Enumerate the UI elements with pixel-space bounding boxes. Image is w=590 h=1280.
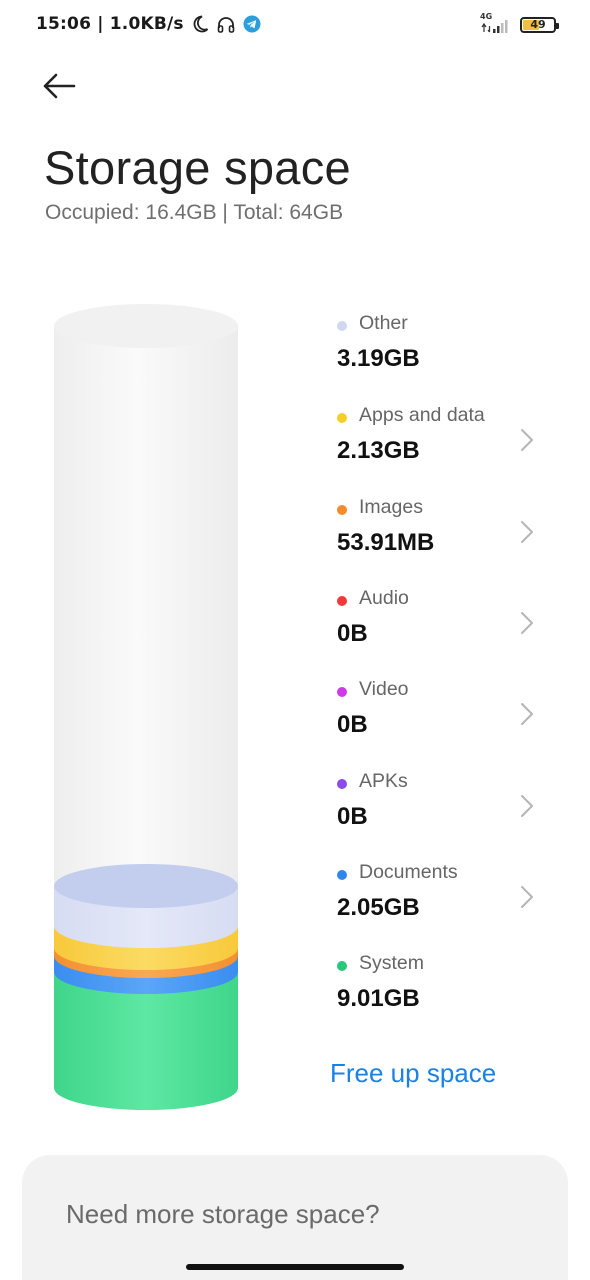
legend-label: APKs xyxy=(359,770,408,792)
moon-icon xyxy=(190,14,210,34)
battery-cap xyxy=(556,23,559,29)
page-title: Storage space xyxy=(44,141,351,194)
legend-label: Apps and data xyxy=(359,404,485,426)
legend-dot xyxy=(337,596,347,606)
legend-label: Documents xyxy=(359,861,458,883)
status-bar: 15:06 | 1.0KB/s 4G 49 xyxy=(0,0,590,52)
telegram-icon xyxy=(242,14,262,34)
legend-dot xyxy=(337,870,347,880)
chevron-right-icon xyxy=(521,521,533,543)
legend-item-audio[interactable]: Audio 0B xyxy=(336,587,546,667)
more-storage-card[interactable]: Need more storage space? xyxy=(22,1155,568,1280)
legend-dot xyxy=(337,687,347,697)
legend-value: 2.13GB xyxy=(337,437,420,464)
legend-label: System xyxy=(359,952,425,974)
free-space-segment xyxy=(54,326,238,890)
signal-icon: 4G xyxy=(480,12,512,35)
cylinder-top xyxy=(54,304,238,348)
legend-item-images[interactable]: Images 53.91MB xyxy=(336,496,546,576)
legend-item-system: System 9.01GB xyxy=(336,952,546,1032)
time-and-network-speed: 15:06 | 1.0KB/s xyxy=(36,14,184,34)
chevron-right-icon xyxy=(521,886,533,908)
storage-cylinder-chart xyxy=(54,304,238,1110)
legend-value: 0B xyxy=(337,620,368,647)
legend-item-video[interactable]: Video 0B xyxy=(336,678,546,758)
gesture-nav-handle[interactable] xyxy=(186,1264,404,1270)
legend-label: Video xyxy=(359,678,409,700)
legend-item-other: Other 3.19GB xyxy=(336,312,546,392)
legend-value: 9.01GB xyxy=(337,985,420,1012)
legend-dot xyxy=(337,779,347,789)
chevron-right-icon xyxy=(521,612,533,634)
legend-item-documents[interactable]: Documents 2.05GB xyxy=(336,861,546,941)
chevron-right-icon xyxy=(521,795,533,817)
legend-value: 0B xyxy=(337,803,368,830)
status-right: 4G 49 xyxy=(480,12,559,35)
used-space-top xyxy=(54,864,238,908)
legend-dot xyxy=(337,413,347,423)
back-button[interactable] xyxy=(40,66,88,106)
chevron-right-icon xyxy=(521,429,533,451)
legend-dot xyxy=(337,961,347,971)
legend-label: Images xyxy=(359,496,423,518)
chevron-right-icon xyxy=(521,703,533,725)
arrow-left-icon xyxy=(43,73,76,99)
battery-level: 49 xyxy=(530,18,546,31)
legend-value: 2.05GB xyxy=(337,894,420,921)
legend-label: Audio xyxy=(359,587,409,609)
storage-summary: Occupied: 16.4GB | Total: 64GB xyxy=(45,201,344,224)
battery-icon: 49 xyxy=(520,17,559,33)
legend-dot xyxy=(337,321,347,331)
legend-item-apps-and-data[interactable]: Apps and data 2.13GB xyxy=(336,404,546,484)
legend-value: 0B xyxy=(337,711,368,738)
legend-value: 3.19GB xyxy=(337,345,420,372)
legend-value: 53.91MB xyxy=(337,529,435,556)
more-storage-text: Need more storage space? xyxy=(66,1199,380,1229)
legend-dot xyxy=(337,505,347,515)
legend-label: Other xyxy=(359,312,408,334)
headphones-icon xyxy=(216,14,236,34)
legend-item-apks[interactable]: APKs 0B xyxy=(336,770,546,850)
free-up-space-button[interactable]: Free up space xyxy=(330,1058,496,1089)
status-left: 15:06 | 1.0KB/s xyxy=(36,14,262,34)
